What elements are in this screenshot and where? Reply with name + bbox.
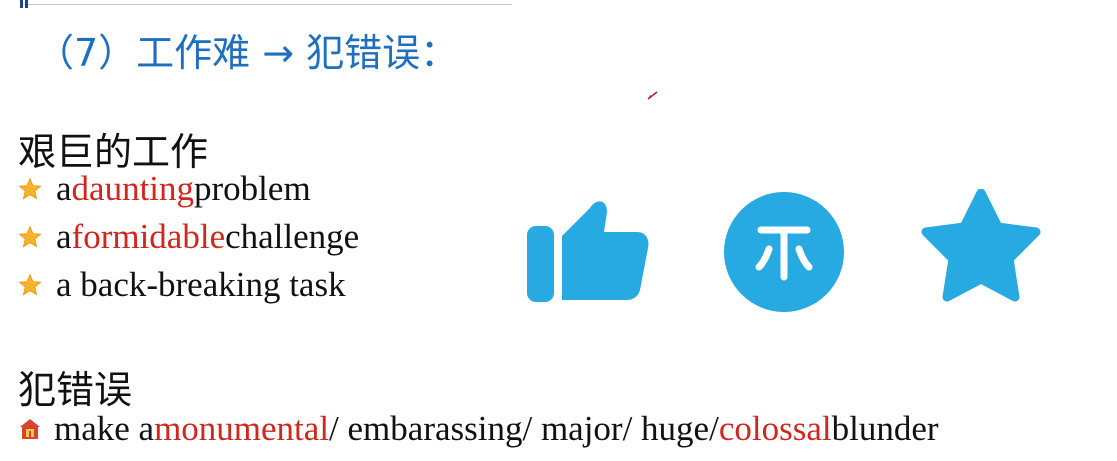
star-icon[interactable] — [919, 189, 1043, 305]
phrase-text: blunder — [831, 409, 939, 448]
list-item: a back-breaking task — [18, 265, 346, 305]
phrase-text: a back-breaking task — [56, 265, 346, 304]
list-item: a daunting problem — [18, 169, 311, 209]
list-item: make a monumental / embarassing/ major/ h… — [18, 409, 939, 449]
phrase-text: / embarassing/ major/ huge/ — [329, 409, 719, 448]
phrase-text: problem — [194, 169, 311, 208]
list-item: a formidable challenge — [18, 217, 359, 257]
phrase-highlight: colossal — [718, 409, 832, 448]
top-divider — [22, 4, 512, 5]
phrase-highlight: daunting — [71, 169, 195, 208]
phrase-highlight: monumental — [154, 409, 330, 448]
phrase-text: challenge — [225, 217, 360, 256]
star-bullet-icon — [18, 225, 42, 248]
star-bullet-icon — [18, 273, 42, 296]
phrase-text: make a — [54, 409, 155, 448]
phrase-highlight: formidable — [71, 217, 226, 256]
phrase-text: a — [56, 169, 72, 208]
section-title-make-mistakes: 犯错误 — [18, 368, 133, 412]
pen-cursor-icon — [647, 91, 658, 100]
slide-heading: （7）工作难 → 犯错误： — [36, 31, 459, 75]
house-bullet-icon — [20, 419, 40, 439]
phrase-text: a — [56, 217, 72, 256]
section-title-difficult-work: 艰巨的工作 — [18, 130, 209, 174]
coin-icon[interactable] — [723, 191, 845, 313]
thumbs-up-icon[interactable] — [524, 196, 652, 304]
slide-marker — [20, 0, 30, 8]
star-bullet-icon — [18, 177, 42, 200]
